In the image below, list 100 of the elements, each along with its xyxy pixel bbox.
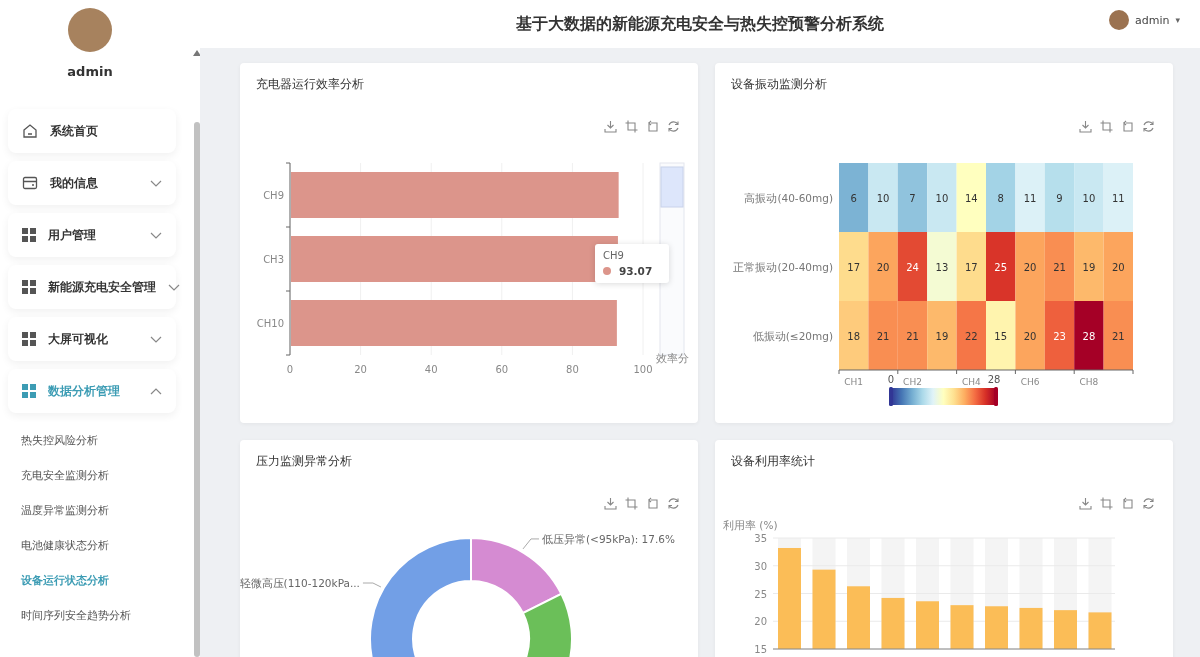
avatar-image[interactable] [1109,10,1129,30]
user-name[interactable]: admin [1135,13,1170,27]
submenu-item[interactable]: 温度异常监测分析 [0,493,176,528]
heatmap-cell[interactable] [956,301,986,370]
refresh-icon[interactable] [667,120,680,133]
heatmap-cell[interactable] [956,232,986,301]
download-icon[interactable] [1079,120,1092,133]
zoom-reset-icon[interactable] [646,497,659,510]
axis-label: CH9 [263,190,284,201]
heatmap-cell[interactable] [927,232,957,301]
heatmap-cell[interactable] [1044,163,1075,232]
download-icon[interactable] [604,497,617,510]
heatmap-cell[interactable] [839,232,869,301]
axis-label: 60 [495,364,509,375]
bar[interactable] [1019,607,1043,649]
menu-label: 数据分析管理 [48,383,121,399]
heatmap-cell[interactable] [986,232,1016,301]
submenu-item[interactable]: 充电安全监测分析 [0,458,176,493]
heatmap-cell[interactable] [1074,301,1104,370]
cell-value: 9 [1056,192,1063,204]
cell-value: 17 [964,261,978,273]
refresh-icon[interactable] [667,497,680,510]
heatmap-cell[interactable] [868,232,898,301]
grid-icon [22,332,36,346]
heatmap-cell[interactable] [1103,163,1133,232]
scrollbar-thumb[interactable] [194,122,200,657]
heatmap-cell[interactable] [986,301,1016,370]
axis-label: 15 [754,644,767,655]
menu-item[interactable]: 系统首页 [8,109,176,153]
bar[interactable] [950,605,974,649]
caret-icon[interactable]: ▾ [1175,15,1180,25]
cell-value: 20 [1023,261,1037,273]
card-title: 压力监测异常分析 [255,453,353,470]
menu-item[interactable]: 大屏可视化 [8,317,176,361]
heatmap-cell[interactable] [897,163,928,232]
zoom-reset-icon[interactable] [646,120,659,133]
heatmap-cell[interactable] [1074,232,1104,301]
heatmap-cell[interactable] [839,301,869,370]
bar[interactable] [1054,610,1077,649]
grid-icon [22,280,36,294]
heatmap-cell[interactable] [839,163,869,232]
bar[interactable] [881,597,905,649]
heatmap-cell[interactable] [1015,163,1045,232]
submenu-item[interactable]: 时间序列安全趋势分析 [0,598,176,633]
scale-min-label: 0 [887,374,895,385]
heatmap-cell[interactable] [1015,232,1045,301]
zoom-select-icon[interactable] [1100,120,1113,133]
cell-value: 19 [1082,261,1096,273]
grid-icon [22,228,36,242]
bar[interactable] [985,606,1008,649]
heatmap-cell[interactable] [1015,301,1045,370]
zoom-select-icon[interactable] [1100,497,1113,510]
heatmap-cell[interactable] [1103,232,1133,301]
cell-value: 20 [876,261,890,273]
heatmap-cell[interactable] [868,163,898,232]
heatmap-cell[interactable] [1103,301,1133,370]
zoom-reset-icon[interactable] [1121,497,1134,510]
tooltip-title: CH9 [603,250,625,261]
submenu-item[interactable]: 电池健康状态分析 [0,528,176,563]
axis-label: 低振动(≤20mg) [752,329,833,342]
cell-value: 28 [1082,330,1096,342]
heatmap-cell[interactable] [927,301,957,370]
submenu-item[interactable]: 热失控风险分析 [0,423,176,458]
axis-label: CH8 [1079,377,1099,387]
menu-item[interactable]: 我的信息 [8,161,176,205]
heatmap-cell[interactable] [956,163,986,232]
bar[interactable] [812,569,836,649]
download-icon[interactable] [1079,497,1092,510]
zoom-select-icon[interactable] [625,120,638,133]
bar[interactable] [1088,612,1112,649]
heatmap-cell[interactable] [897,301,928,370]
card-title: 设备振动监测分析 [730,76,828,93]
refresh-icon[interactable] [1142,120,1155,133]
menu-label: 用户管理 [48,227,97,243]
heatmap-cell[interactable] [927,163,957,232]
axis-label: 80 [566,364,579,375]
home-icon [22,123,38,139]
heatmap-cell[interactable] [1044,232,1075,301]
scale-max-label: 28 [987,374,1001,385]
zoom-select-icon[interactable] [625,497,638,510]
avatar-image [68,8,112,52]
scroll-up-icon[interactable] [193,50,200,56]
refresh-icon[interactable] [1142,497,1155,510]
heatmap-cell[interactable] [986,163,1016,232]
heatmap-cell[interactable] [1044,301,1075,370]
bar[interactable] [916,601,939,649]
heatmap-cell[interactable] [1074,163,1104,232]
cell-value: 11 [1023,192,1037,204]
heatmap-cell[interactable] [897,232,928,301]
heatmap-cell[interactable] [868,301,898,370]
menu-item[interactable]: 用户管理 [8,213,176,257]
zoom-reset-icon[interactable] [1121,120,1134,133]
cell-value: 25 [994,261,1008,273]
axis-label: 20 [754,616,767,628]
axis-title: 利用率 (%) [723,520,778,531]
cell-value: 10 [1082,192,1096,204]
menu-label: 我的信息 [50,175,99,191]
download-icon[interactable] [604,120,617,133]
color-scale[interactable] [889,387,998,406]
menu-label: 系统首页 [50,123,99,139]
